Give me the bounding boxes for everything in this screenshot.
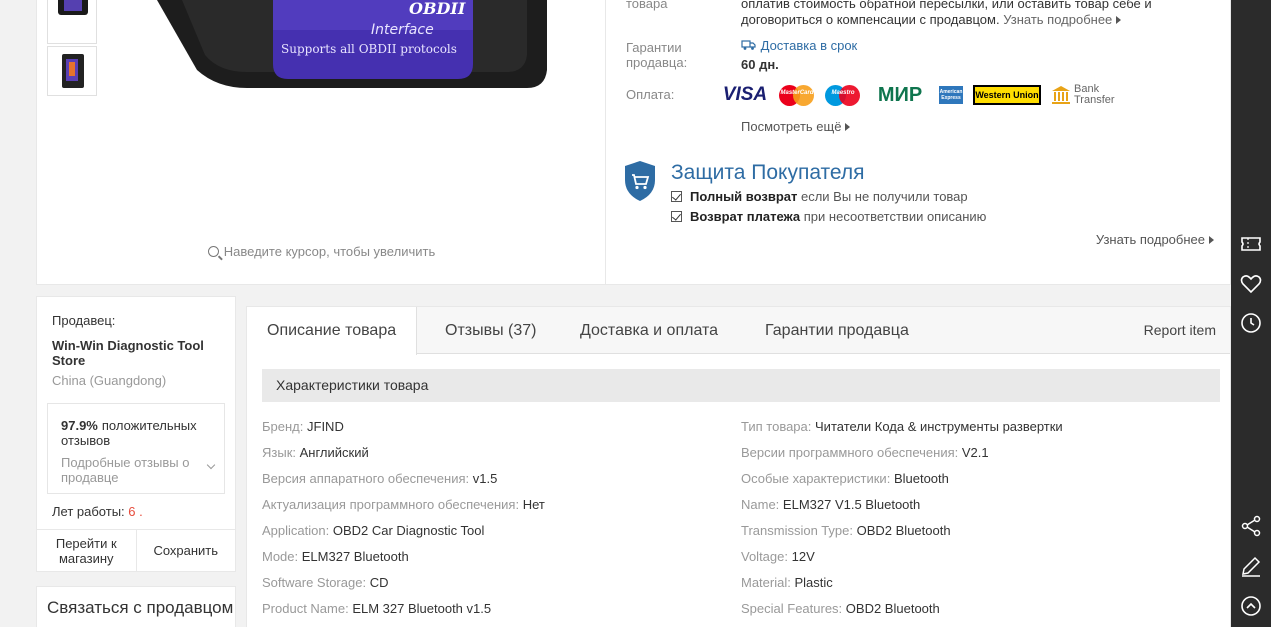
return-text-2: договориться о компенсации с продавцом. <box>741 12 1000 27</box>
feedback-summary: 97.9% положительных отзывов <box>61 418 197 448</box>
tab-guarantees[interactable]: Гарантии продавца <box>745 307 929 354</box>
payment-methods: VISA MasterCard Maestro МИР American Exp… <box>721 83 1115 106</box>
history-icon[interactable] <box>1239 311 1263 335</box>
guarantee-delivery: Доставка в срок <box>760 38 858 53</box>
visa-logo: VISA <box>722 84 768 105</box>
bank-transfer-label: Bank Transfer <box>1074 83 1115 106</box>
maestro-logo: Maestro <box>825 84 861 106</box>
spec-row: Версия аппаратного обеспечения: v1.5 <box>262 471 498 486</box>
go-to-store-button[interactable]: Перейти к магазину <box>37 530 137 571</box>
shield-cart-icon <box>625 161 655 201</box>
check-icon <box>671 211 682 222</box>
share-icon[interactable] <box>1239 514 1263 538</box>
gallery-thumbnail[interactable] <box>47 0 97 44</box>
product-main-image[interactable]: OBDII Interface Supports all OBDII proto… <box>157 0 547 92</box>
delivery-truck-icon <box>741 40 756 50</box>
spec-row: Mode: ELM327 Bluetooth <box>262 549 409 564</box>
spec-row: Актуализация программного обеспечения: Н… <box>262 497 545 512</box>
spec-row: Name: ELM327 V1.5 Bluetooth <box>741 497 921 512</box>
product-details: Описание товара Отзывы (37) Доставка и о… <box>246 306 1231 627</box>
spec-row: Transmission Type: OBD2 Bluetooth <box>741 523 951 538</box>
feedback-details-link[interactable]: Подробные отзывы о продавце <box>61 455 206 485</box>
specs-header: Характеристики товара <box>262 369 1220 402</box>
report-item-link[interactable]: Report item <box>1144 322 1216 338</box>
guarantee-label: Гарантии продавца: <box>626 40 688 70</box>
product-image-text: Supports all OBDII protocols <box>281 42 457 56</box>
spec-row: Software Storage: CD <box>262 575 389 590</box>
guarantee-days: 60 дн. <box>741 57 779 72</box>
seller-label: Продавец: <box>52 313 116 328</box>
return-more-label: Узнать подробнее <box>1003 12 1113 27</box>
guarantee-delivery-row: Доставка в срок <box>741 38 857 53</box>
protection-title: Защита Покупателя <box>671 161 865 184</box>
gallery-thumbnail[interactable] <box>47 46 97 96</box>
protection-learn-more-label: Узнать подробнее <box>1095 232 1205 247</box>
spec-row: Тип товара: Читатели Кода & инструменты … <box>741 419 1063 434</box>
heart-icon[interactable] <box>1239 272 1263 296</box>
payment-more-link[interactable]: Посмотреть ещё <box>741 119 851 134</box>
bank-transfer-logo: Bank Transfer <box>1051 83 1115 106</box>
mastercard-logo: MasterCard <box>779 84 815 106</box>
scroll-top-icon[interactable] <box>1239 594 1263 618</box>
caret-right-icon <box>845 123 851 131</box>
coupon-icon[interactable] <box>1239 232 1263 256</box>
mir-logo: МИР <box>877 83 923 106</box>
seller-actions: Перейти к магазину Сохранить <box>37 529 235 571</box>
amex-logo: American Express <box>939 86 963 104</box>
spec-row: Application: OBD2 Car Diagnostic Tool <box>262 523 485 538</box>
tab-bar: Описание товара Отзывы (37) Доставка и о… <box>247 307 1230 355</box>
protection-learn-more-link[interactable]: Узнать подробнее <box>1096 232 1214 247</box>
caret-right-icon <box>1116 16 1122 24</box>
tab-shipping[interactable]: Доставка и оплата <box>560 307 738 354</box>
contact-seller-label: Связаться с продавцом <box>47 598 234 617</box>
spec-row: Product Name: ELM 327 Bluetooth v1.5 <box>262 601 492 616</box>
seller-years: Лет работы: 6 . <box>52 504 143 519</box>
edit-icon[interactable] <box>1239 554 1263 578</box>
return-text-1: оплатив стоимость обратной пересылки, ил… <box>741 0 1152 11</box>
spec-row: Voltage: 12V <box>741 549 815 564</box>
product-image-text: Interface <box>371 22 434 38</box>
check-icon <box>671 191 682 202</box>
return-label: товара <box>626 0 668 11</box>
contact-seller-button[interactable]: Связаться с продавцом <box>36 586 236 627</box>
chevron-down-icon <box>206 460 216 470</box>
zoom-hint: Наведите курсор, чтобы увеличить <box>37 244 606 259</box>
product-image-text: OBDII <box>409 0 466 18</box>
magnifier-icon <box>207 246 219 257</box>
caret-right-icon <box>1209 236 1214 244</box>
spec-row: Material: Plastic <box>741 575 833 590</box>
save-store-button[interactable]: Сохранить <box>137 530 236 571</box>
product-gallery: OBDII Interface Supports all OBDII proto… <box>37 0 606 285</box>
spec-row: Special Features: OBD2 Bluetooth <box>741 601 940 616</box>
spec-row: Версии программного обеспечения: V2.1 <box>741 445 989 460</box>
bank-icon <box>1052 86 1070 104</box>
product-info: товара оплатив стоимость обратной пересы… <box>625 0 1226 285</box>
seller-name[interactable]: Win-Win Diagnostic Tool Store <box>52 338 222 368</box>
western-union-logo: Western Union <box>973 85 1041 105</box>
product-card: OBDII Interface Supports all OBDII proto… <box>36 0 1231 285</box>
spec-row: Бренд: JFIND <box>262 419 344 434</box>
seller-location: China (Guangdong) <box>52 373 167 388</box>
return-more-link[interactable]: Узнать подробнее <box>1003 12 1122 27</box>
protection-line-1: Полный возврат если Вы не получили товар <box>671 189 968 204</box>
seller-card: Продавец: Win-Win Diagnostic Tool Store … <box>36 296 236 572</box>
right-toolbar <box>1231 0 1271 627</box>
payment-label: Оплата: <box>626 87 675 102</box>
tab-reviews[interactable]: Отзывы (37) <box>425 307 557 354</box>
spec-row: Язык: Английский <box>262 445 369 460</box>
payment-more-label: Посмотреть ещё <box>741 119 842 134</box>
tab-description[interactable]: Описание товара <box>247 307 418 355</box>
protection-line-2: Возврат платежа при несоответствии описа… <box>671 209 986 224</box>
spec-row: Особые характеристики: Bluetooth <box>741 471 949 486</box>
zoom-hint-text: Наведите курсор, чтобы увеличить <box>223 244 436 259</box>
return-text-2-row: договориться о компенсации с продавцом. … <box>741 12 1122 27</box>
seller-feedback-box[interactable]: 97.9% положительных отзывов Подробные отз… <box>47 403 225 494</box>
